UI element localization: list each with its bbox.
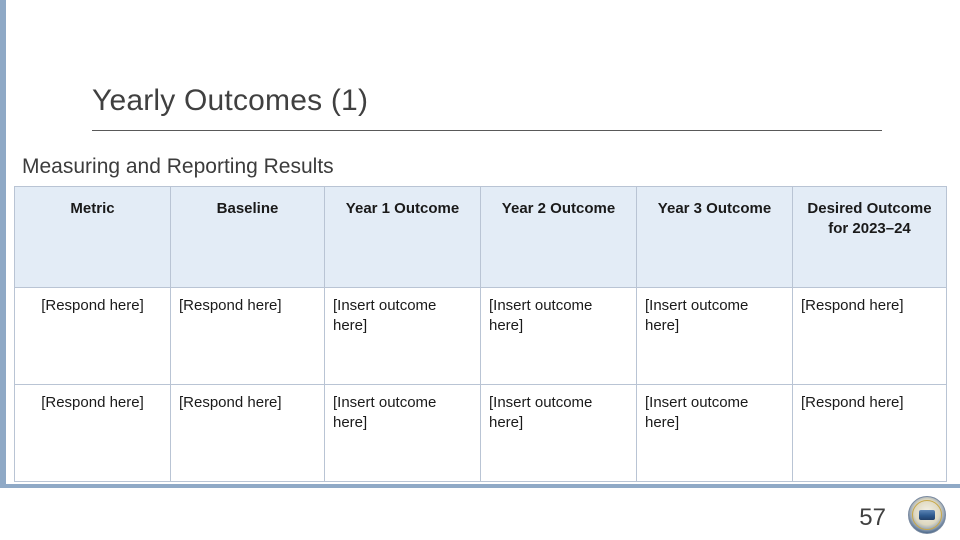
column-header-baseline: Baseline xyxy=(170,186,325,288)
column-header-metric: Metric xyxy=(14,186,171,288)
title-divider xyxy=(92,130,882,131)
cell-baseline[interactable]: [Respond here] xyxy=(170,384,325,482)
table-row: [Respond here] [Respond here] [Insert ou… xyxy=(14,384,947,482)
left-accent-bar xyxy=(0,0,6,540)
column-header-year-1-outcome: Year 1 Outcome xyxy=(324,186,481,288)
cell-year-2[interactable]: [Insert outcome here] xyxy=(480,287,637,385)
page-number: 57 xyxy=(859,504,886,531)
page-title: Yearly Outcomes (1) xyxy=(92,84,369,117)
cell-baseline[interactable]: [Respond here] xyxy=(170,287,325,385)
cell-metric[interactable]: [Respond here] xyxy=(14,384,171,482)
cell-year-1[interactable]: [Insert outcome here] xyxy=(324,287,481,385)
cell-year-3[interactable]: [Insert outcome here] xyxy=(636,287,793,385)
column-header-year-2-outcome: Year 2 Outcome xyxy=(480,186,637,288)
outcomes-table: Metric Baseline Year 1 Outcome Year 2 Ou… xyxy=(14,186,947,482)
cell-metric[interactable]: [Respond here] xyxy=(14,287,171,385)
cell-year-3[interactable]: [Insert outcome here] xyxy=(636,384,793,482)
slide-subtitle: Measuring and Reporting Results xyxy=(22,155,334,178)
outcomes-table-wrapper: Metric Baseline Year 1 Outcome Year 2 Ou… xyxy=(14,186,947,482)
cell-desired[interactable]: [Respond here] xyxy=(792,384,947,482)
cell-year-2[interactable]: [Insert outcome here] xyxy=(480,384,637,482)
cell-year-1[interactable]: [Insert outcome here] xyxy=(324,384,481,482)
table-body: [Respond here] [Respond here] [Insert ou… xyxy=(14,287,947,482)
table-header: Metric Baseline Year 1 Outcome Year 2 Ou… xyxy=(14,186,947,288)
table-row: [Respond here] [Respond here] [Insert ou… xyxy=(14,287,947,385)
seal-mark xyxy=(919,510,935,520)
organization-seal-icon xyxy=(908,496,946,534)
column-header-year-3-outcome: Year 3 Outcome xyxy=(636,186,793,288)
column-header-desired-outcome: Desired Outcome for 2023–24 xyxy=(792,186,947,288)
table-header-row: Metric Baseline Year 1 Outcome Year 2 Ou… xyxy=(14,186,947,288)
footer: 57 xyxy=(0,484,960,540)
cell-desired[interactable]: [Respond here] xyxy=(792,287,947,385)
